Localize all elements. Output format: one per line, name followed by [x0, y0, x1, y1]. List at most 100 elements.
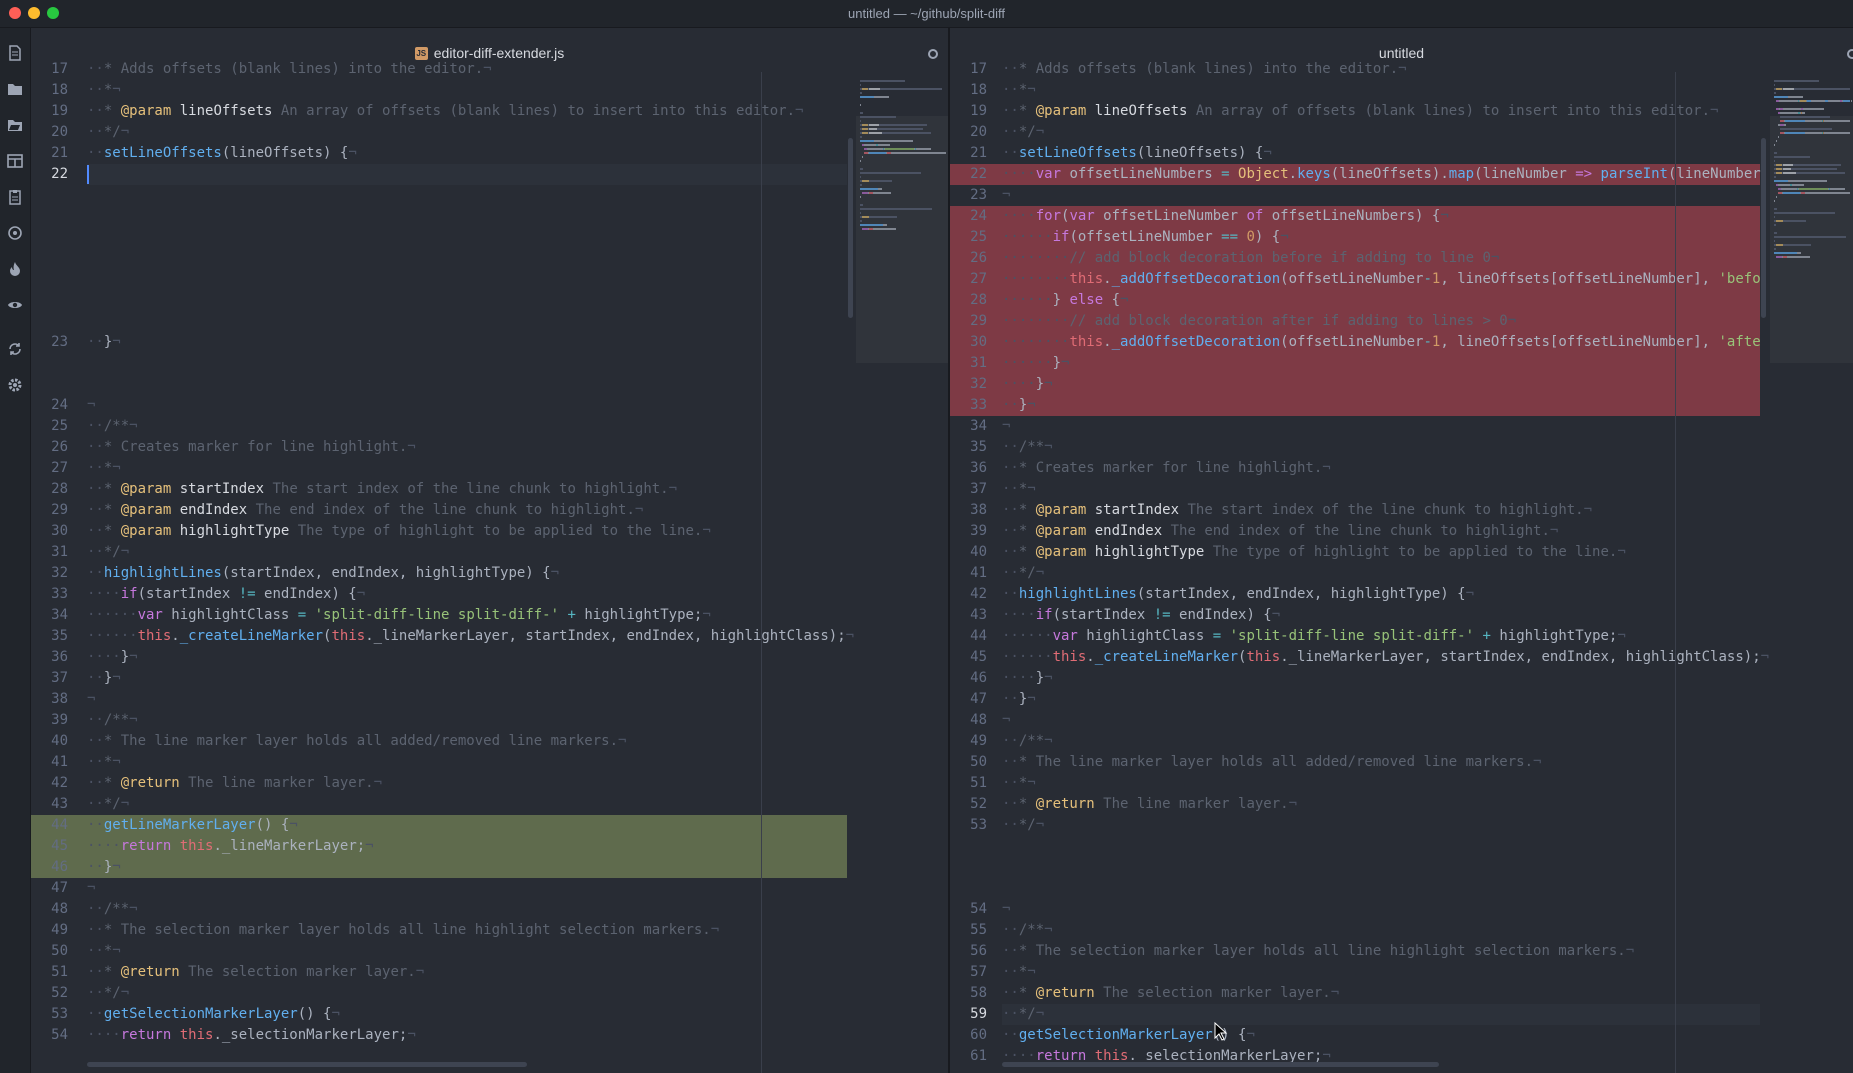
code-line[interactable]: 21 ··setLineOffsets(lineOffsets) {¬	[31, 143, 948, 164]
code-line[interactable]: 47 ··}¬	[950, 689, 1853, 710]
code-line[interactable]: 43 ··*/¬	[31, 794, 948, 815]
code-line[interactable]: 34 ······var highlightClass = 'split-diff…	[31, 605, 948, 626]
code-line[interactable]: 33 ····if(startIndex != endIndex) {¬	[31, 584, 948, 605]
code-line[interactable]: 59 ··*/¬	[950, 1004, 1853, 1025]
code-line[interactable]: 27 ··*¬	[31, 458, 948, 479]
code-line[interactable]: 34 ¬	[950, 416, 1853, 437]
code-line[interactable]: 40 ··* @param highlightType The type of h…	[950, 542, 1853, 563]
code-line[interactable]: 51 ··* @return The selection marker layer…	[31, 962, 948, 983]
code-line[interactable]: 19 ··* @param lineOffsets An array of off…	[31, 101, 948, 122]
code-line[interactable]: 31 ··*/¬	[31, 542, 948, 563]
code-line[interactable]: 38 ··* @param startIndex The start index …	[950, 500, 1853, 521]
clipboard-icon[interactable]	[7, 189, 23, 205]
code-line[interactable]: 23 ··}¬	[31, 332, 948, 353]
code-line[interactable]: 46 ··}¬	[31, 857, 948, 878]
code-line[interactable]: 36 ··* Creates marker for line highlight.…	[950, 458, 1853, 479]
code-line[interactable]: 46 ····}¬	[950, 668, 1853, 689]
code-line[interactable]: 31 ······}¬	[950, 353, 1853, 374]
code-line[interactable]: 19 ··* @param lineOffsets An array of off…	[950, 101, 1853, 122]
right-editor-pane[interactable]: untitled 17 ··* Adds offsets (blank lines…	[950, 28, 1853, 1073]
code-line[interactable]: 60 ··getSelectionMarkerLayer() {¬	[950, 1025, 1853, 1046]
code-line[interactable]: 54 ····return this._selectionMarkerLayer;…	[31, 1025, 948, 1046]
code-line[interactable]: 28 ··* @param startIndex The start index …	[31, 479, 948, 500]
code-line[interactable]: 36 ····}¬	[31, 647, 948, 668]
code-line[interactable]: 52 ··*/¬	[31, 983, 948, 1004]
code-line[interactable]: 30 ········this._addOffsetDecoration(offs…	[950, 332, 1853, 353]
code-line[interactable]: 32 ····}¬	[950, 374, 1853, 395]
code-line[interactable]: 33 ··}¬	[950, 395, 1853, 416]
minimap[interactable]	[1770, 72, 1853, 1073]
code-line[interactable]: 18 ··*¬	[31, 80, 948, 101]
code-line[interactable]: 43 ····if(startIndex != endIndex) {¬	[950, 605, 1853, 626]
code-line[interactable]: 28 ······} else {¬	[950, 290, 1853, 311]
vertical-scrollbar[interactable]	[848, 138, 853, 318]
code-line[interactable]: 32 ··highlightLines(startIndex, endIndex,…	[31, 563, 948, 584]
git-icon[interactable]	[7, 225, 23, 241]
code-line[interactable]: 17 ··* Adds offsets (blank lines) into th…	[31, 59, 948, 80]
code-line[interactable]: 44 ······var highlightClass = 'split-diff…	[950, 626, 1853, 647]
code-line[interactable]: 27 ········this._addOffsetDecoration(offs…	[950, 269, 1853, 290]
code-line[interactable]: 29 ········// add block decoration after …	[950, 311, 1853, 332]
code-line[interactable]: 41 ··*/¬	[950, 563, 1853, 584]
minimap[interactable]	[856, 72, 948, 1073]
code-line[interactable]: 51 ··*¬	[950, 773, 1853, 794]
code-line[interactable]: 58 ··* @return The selection marker layer…	[950, 983, 1853, 1004]
gear-icon[interactable]	[7, 377, 23, 393]
code-line[interactable]: 42 ··highlightLines(startIndex, endIndex,…	[950, 584, 1853, 605]
code-line[interactable]: 42 ··* @return The line marker layer.¬	[31, 773, 948, 794]
code-line[interactable]: 54 ¬	[950, 899, 1853, 920]
maximize-window-button[interactable]	[47, 7, 59, 19]
code-line[interactable]: 55 ··/**¬	[950, 920, 1853, 941]
code-line[interactable]: 44 ··getLineMarkerLayer() {¬	[31, 815, 948, 836]
code-line[interactable]: 20 ··*/¬	[31, 122, 948, 143]
code-line[interactable]: 39 ··* @param endIndex The end index of t…	[950, 521, 1853, 542]
vertical-scrollbar[interactable]	[1761, 138, 1766, 318]
folder-open-icon[interactable]	[7, 117, 23, 133]
code-line[interactable]: 50 ··*¬	[31, 941, 948, 962]
code-line[interactable]: 30 ··* @param highlightType The type of h…	[31, 521, 948, 542]
code-line[interactable]: 20 ··*/¬	[950, 122, 1853, 143]
code-line[interactable]: 25 ······if(offsetLineNumber == 0) {¬	[950, 227, 1853, 248]
folder-icon[interactable]	[7, 81, 23, 97]
code-line[interactable]: 25 ··/**¬	[31, 416, 948, 437]
code-line[interactable]: 35 ··/**¬	[950, 437, 1853, 458]
code-line[interactable]: 23 ¬	[950, 185, 1853, 206]
modified-indicator-icon[interactable]	[1847, 49, 1853, 59]
minimap-visible-area[interactable]	[1770, 116, 1853, 363]
code-line[interactable]: 24 ¬	[31, 395, 948, 416]
left-editor-pane[interactable]: JS editor-diff-extender.js 17 ··* Adds of…	[31, 28, 948, 1073]
file-icon[interactable]	[7, 45, 23, 61]
code-line[interactable]: 35 ······this._createLineMarker(this._lin…	[31, 626, 948, 647]
flame-icon[interactable]	[7, 261, 23, 277]
sync-icon[interactable]	[7, 341, 23, 357]
code-line[interactable]: 37 ··}¬	[31, 668, 948, 689]
code-line[interactable]: 22 ····var offsetLineNumbers = Object.key…	[950, 164, 1853, 185]
code-line[interactable]: 52 ··* @return The line marker layer.¬	[950, 794, 1853, 815]
code-line[interactable]: 24 ····for(var offsetLineNumber of offset…	[950, 206, 1853, 227]
code-line[interactable]: 49 ··/**¬	[950, 731, 1853, 752]
horizontal-scrollbar[interactable]	[1002, 1062, 1439, 1067]
code-line[interactable]: 40 ··* The line marker layer holds all ad…	[31, 731, 948, 752]
code-line[interactable]: 39 ··/**¬	[31, 710, 948, 731]
code-line[interactable]: 47 ¬	[31, 878, 948, 899]
code-line[interactable]: 21 ··setLineOffsets(lineOffsets) {¬	[950, 143, 1853, 164]
code-line[interactable]: 53 ··*/¬	[950, 815, 1853, 836]
code-line[interactable]: 57 ··*¬	[950, 962, 1853, 983]
code-line[interactable]: 26 ········// add block decoration before…	[950, 248, 1853, 269]
code-line[interactable]: 26 ··* Creates marker for line highlight.…	[31, 437, 948, 458]
code-line[interactable]: 41 ··*¬	[31, 752, 948, 773]
code-line[interactable]: 45 ······this._createLineMarker(this._lin…	[950, 647, 1853, 668]
code-line[interactable]: 50 ··* The line marker layer holds all ad…	[950, 752, 1853, 773]
code-line[interactable]: 49 ··* The selection marker layer holds a…	[31, 920, 948, 941]
minimize-window-button[interactable]	[28, 7, 40, 19]
code-line[interactable]: 37 ··*¬	[950, 479, 1853, 500]
close-window-button[interactable]	[9, 7, 21, 19]
code-line[interactable]: 53 ··getSelectionMarkerLayer() {¬	[31, 1004, 948, 1025]
code-line[interactable]: 48 ··/**¬	[31, 899, 948, 920]
eye-icon[interactable]	[7, 297, 23, 313]
code-line[interactable]: 22	[31, 164, 948, 185]
split-view-icon[interactable]	[7, 153, 23, 169]
code-line[interactable]: 38 ¬	[31, 689, 948, 710]
horizontal-scrollbar[interactable]	[87, 1062, 527, 1067]
code-line[interactable]: 29 ··* @param endIndex The end index of t…	[31, 500, 948, 521]
